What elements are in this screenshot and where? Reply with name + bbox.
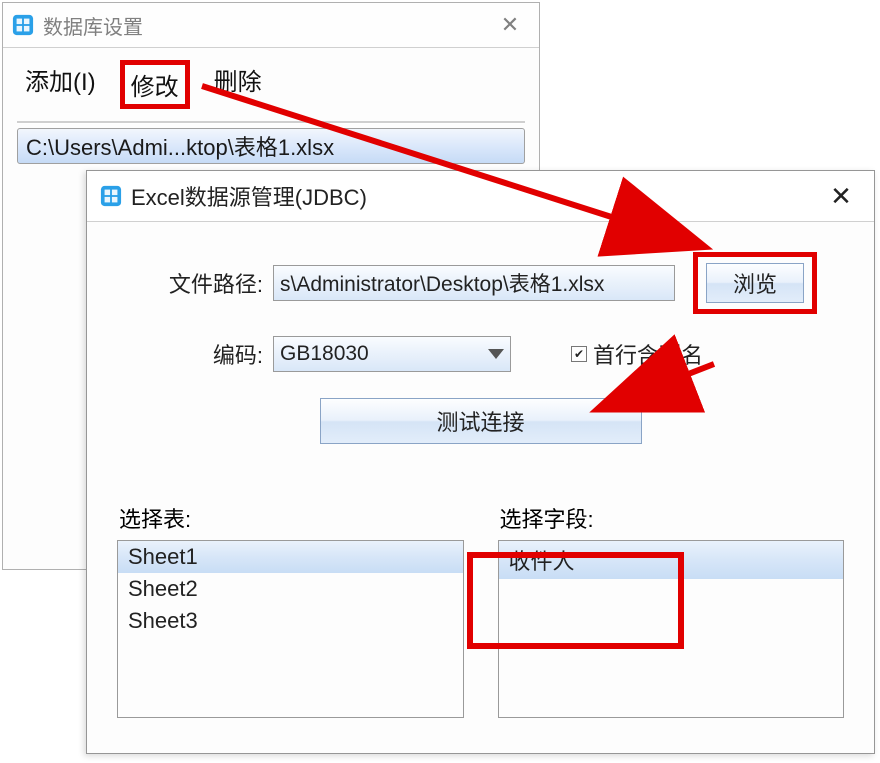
dialog-title: Excel数据源管理(JDBC) bbox=[131, 180, 367, 212]
field-listbox[interactable]: 收件人 bbox=[498, 540, 845, 718]
browse-highlight: 浏览 bbox=[693, 252, 817, 314]
list-item[interactable]: 收件人 bbox=[499, 541, 844, 579]
list-item[interactable]: Sheet3 bbox=[118, 605, 463, 637]
list-item[interactable]: Sheet1 bbox=[118, 541, 463, 573]
data-source-path[interactable]: C:\Users\Admi...ktop\表格1.xlsx bbox=[17, 128, 525, 164]
file-path-input[interactable]: s\Administrator\Desktop\表格1.xlsx bbox=[273, 265, 675, 301]
close-icon[interactable]: ✕ bbox=[489, 8, 531, 42]
list-item[interactable]: Sheet2 bbox=[118, 573, 463, 605]
encoding-label: 编码: bbox=[113, 338, 273, 370]
db-settings-titlebar[interactable]: 数据库设置 ✕ bbox=[3, 3, 539, 48]
db-settings-menu: 添加(I) 修改 删除 bbox=[3, 48, 539, 121]
excel-datasource-dialog: Excel数据源管理(JDBC) ✕ 文件路径: s\Administrator… bbox=[86, 170, 875, 754]
first-row-header-checkbox[interactable]: ✔ 首行含列名 bbox=[571, 338, 703, 370]
chevron-down-icon bbox=[488, 349, 504, 359]
checkbox-icon: ✔ bbox=[571, 346, 587, 362]
select-field-label: 选择字段: bbox=[500, 502, 845, 534]
select-table-label: 选择表: bbox=[119, 502, 464, 534]
first-row-header-label: 首行含列名 bbox=[593, 338, 703, 370]
db-settings-title: 数据库设置 bbox=[43, 11, 143, 40]
menu-modify[interactable]: 修改 bbox=[120, 60, 190, 109]
encoding-value: GB18030 bbox=[280, 342, 369, 366]
menu-add[interactable]: 添加(I) bbox=[19, 60, 102, 99]
browse-button[interactable]: 浏览 bbox=[706, 263, 804, 303]
close-icon[interactable]: ✕ bbox=[820, 179, 862, 213]
table-listbox[interactable]: Sheet1 Sheet2 Sheet3 bbox=[117, 540, 464, 718]
encoding-select[interactable]: GB18030 bbox=[273, 336, 511, 372]
menu-delete[interactable]: 删除 bbox=[208, 60, 268, 99]
app-icon bbox=[99, 184, 123, 208]
test-connection-button[interactable]: 测试连接 bbox=[320, 398, 642, 444]
dialog-titlebar[interactable]: Excel数据源管理(JDBC) ✕ bbox=[87, 171, 874, 222]
file-path-label: 文件路径: bbox=[113, 267, 273, 299]
app-icon bbox=[11, 13, 35, 37]
